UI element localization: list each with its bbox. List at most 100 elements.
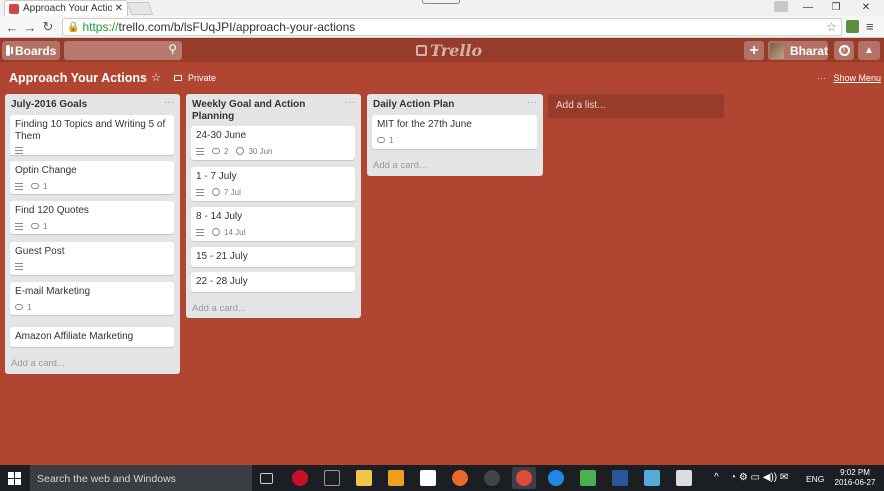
card[interactable]: Finding 10 Topics and Writing 5 of Them (10, 115, 174, 155)
taskbar-clock[interactable]: 9:02 PM 2016-06-27 (832, 468, 878, 488)
tab-close-icon[interactable]: ✕ (115, 3, 123, 14)
card-title: MIT for the 27th June (377, 119, 472, 130)
description-icon (15, 262, 23, 270)
firefox-icon[interactable] (452, 470, 468, 486)
info-button[interactable]: ! (834, 41, 854, 60)
list-title[interactable]: July-2016 Goals (11, 99, 87, 111)
tab-title: Approach Your Actions | T (23, 3, 112, 14)
add-card-link[interactable]: Add a card... (192, 303, 246, 314)
trello-logo[interactable]: Trello (416, 41, 482, 60)
window-grip (422, 0, 460, 4)
browser-tab[interactable]: Approach Your Actions | T ✕ (4, 0, 128, 16)
add-card-link[interactable]: Add a card... (11, 358, 65, 369)
notifications-button[interactable]: ▲ (858, 41, 880, 60)
amazon-icon[interactable] (420, 470, 436, 486)
browser-tabbar: Approach Your Actions | T ✕ — ❐ ✕ (0, 0, 884, 16)
boards-label: Boards (15, 43, 57, 58)
star-icon[interactable]: ☆ (151, 71, 161, 84)
taskbar-search-input[interactable]: Search the web and Windows (30, 465, 252, 491)
card-badges: 1 (15, 222, 169, 231)
due-date: 30 Jun (248, 146, 273, 156)
new-tab-button[interactable] (126, 2, 154, 15)
task-view-icon[interactable] (260, 473, 273, 484)
comment-icon (31, 223, 39, 229)
comment-count: 2 (224, 146, 229, 156)
board-title[interactable]: Approach Your Actions (9, 71, 147, 85)
visibility-label: Private (188, 73, 217, 83)
card[interactable]: 22 - 28 July (191, 272, 355, 292)
comment-count: 1 (389, 135, 394, 145)
card[interactable]: 8 - 14 July 14 Jul (191, 207, 355, 241)
file-explorer-icon[interactable] (356, 470, 372, 486)
board-search-input[interactable]: ⚲ (64, 41, 182, 60)
reload-icon[interactable]: ↻ (40, 19, 56, 35)
sticky-app-icon[interactable] (388, 470, 404, 486)
visibility-button[interactable]: Private (174, 73, 216, 83)
comment-icon (31, 183, 39, 189)
card-title: Guest Post (15, 246, 65, 257)
comment-icon (212, 148, 220, 154)
member-menu-button[interactable]: Bharat (768, 41, 828, 60)
clock-icon (236, 147, 245, 155)
add-list-button[interactable]: Add a list... (548, 94, 724, 118)
bookmark-star-icon[interactable]: ☆ (826, 20, 837, 34)
card[interactable]: Guest Post (10, 242, 174, 275)
close-window-icon[interactable]: ✕ (852, 0, 880, 14)
description-icon (15, 147, 23, 154)
back-icon[interactable]: ← (4, 19, 20, 35)
url-scheme: https:// (82, 20, 119, 34)
avatar (770, 42, 784, 59)
windows-start-icon[interactable] (8, 472, 21, 485)
app-icon[interactable] (484, 470, 500, 486)
address-bar[interactable]: 🔒 https:// trello.com/b/lsFUqJPI/approac… (62, 18, 842, 36)
restore-icon[interactable]: ❐ (822, 0, 850, 14)
card[interactable]: Optin Change 1 (10, 161, 174, 194)
trello-favicon-icon (9, 3, 19, 14)
browser-menu-icon[interactable]: ≡ (866, 19, 874, 34)
card-title: 15 - 21 July (196, 251, 248, 262)
list-menu-icon[interactable]: ··· (164, 97, 174, 108)
evernote-icon[interactable] (580, 470, 596, 486)
add-card-link[interactable]: Add a card... (373, 160, 427, 171)
list-menu-icon[interactable]: ··· (527, 97, 537, 108)
card[interactable]: E-mail Marketing 1 (10, 282, 174, 315)
list-title[interactable]: Daily Action Plan (373, 99, 454, 111)
add-button[interactable]: + (744, 41, 764, 60)
list-menu-icon[interactable]: ··· (345, 97, 355, 108)
notepad-icon[interactable] (644, 470, 660, 486)
tray-chevron-icon[interactable]: ^ (714, 473, 719, 483)
card-title: 22 - 28 July (196, 276, 248, 287)
card-badges (15, 262, 169, 270)
card-title: Finding 10 Topics and Writing 5 of Them (15, 119, 166, 142)
card[interactable]: 24-30 June 2 30 Jun (191, 126, 355, 160)
bell-icon: ▲ (864, 45, 874, 56)
card-title: Amazon Affiliate Marketing (15, 331, 134, 342)
card[interactable]: Amazon Affiliate Marketing (10, 327, 174, 347)
chrome-icon[interactable] (516, 470, 532, 486)
boards-icon (6, 45, 13, 56)
language-indicator[interactable]: ENG (806, 474, 824, 484)
word-icon[interactable] (612, 470, 628, 486)
tray-icons[interactable]: ◔ ⚙ ▭ ◀)) ✉ (730, 473, 788, 483)
extension-icon[interactable] (846, 20, 859, 33)
show-menu-label: Show Menu (833, 73, 882, 83)
power-app-icon[interactable] (292, 470, 308, 486)
list-title[interactable]: Weekly Goal and Action Planning (192, 99, 332, 123)
description-icon (15, 222, 23, 230)
show-menu-link[interactable]: ··· Show Menu (817, 73, 881, 83)
card-badges: 2 30 Jun (196, 147, 350, 156)
card[interactable]: 1 - 7 July 7 Jul (191, 167, 355, 201)
card-title: Optin Change (15, 165, 77, 176)
edge-icon[interactable] (548, 470, 564, 486)
browser-profile-icon[interactable] (774, 1, 788, 12)
card[interactable]: MIT for the 27th June 1 (372, 115, 537, 149)
card[interactable]: Find 120 Quotes 1 (10, 201, 174, 234)
scrivener-icon[interactable] (676, 470, 692, 486)
card-badges: 1 (15, 303, 169, 312)
minimize-icon[interactable]: — (794, 0, 822, 14)
store-icon[interactable] (324, 470, 340, 486)
comment-count: 1 (27, 302, 32, 312)
card[interactable]: 15 - 21 July (191, 247, 355, 267)
forward-icon[interactable]: → (22, 19, 38, 35)
boards-button[interactable]: Boards (2, 41, 60, 60)
